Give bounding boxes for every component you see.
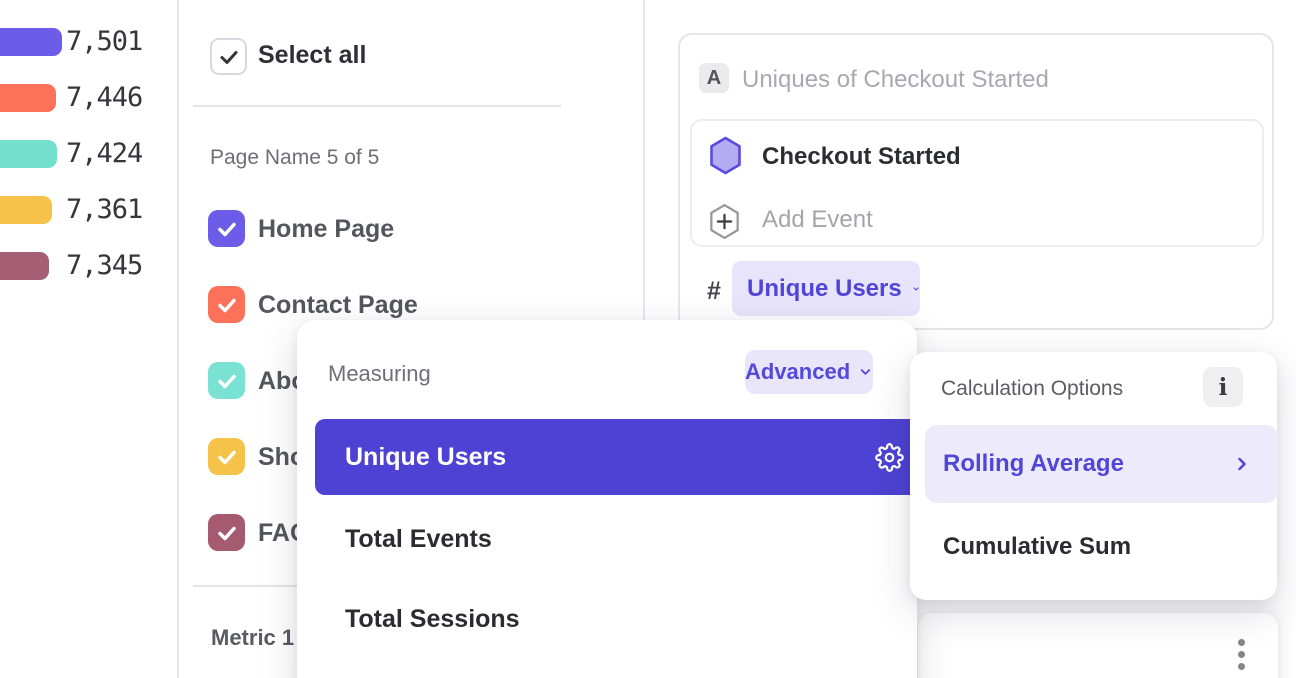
calc-option-rolling-average[interactable]: Rolling Average <box>925 425 1278 503</box>
select-all-checkbox[interactable] <box>210 38 247 75</box>
checkbox-home-page[interactable] <box>208 210 245 247</box>
check-icon <box>215 369 239 393</box>
chevron-down-icon <box>912 279 920 299</box>
legend-value: 7,501 <box>66 28 142 56</box>
chevron-down-icon <box>858 363 873 381</box>
event-builder-card: A Uniques of Checkout Started Checkout S… <box>678 33 1274 330</box>
analytics-app: 7,501 7,446 7,424 7,361 7,345 Select all… <box>0 0 1296 678</box>
event-name[interactable]: Checkout Started <box>762 143 961 171</box>
measuring-menu-title: Measuring <box>328 361 431 387</box>
advanced-label: Advanced <box>745 359 850 385</box>
checkbox-contact-page[interactable] <box>208 286 245 323</box>
more-options-icon[interactable] <box>1238 639 1245 670</box>
next-metric-card <box>918 613 1278 678</box>
menu-option-unique-users[interactable]: Unique Users <box>315 419 928 495</box>
event-block: Checkout Started Add Event <box>690 119 1264 247</box>
checkbox-label[interactable]: Contact Page <box>258 291 418 320</box>
event-hexagon-icon <box>709 136 742 175</box>
metric-type-symbol: # <box>707 277 721 306</box>
checkbox-shop-page[interactable] <box>208 438 245 475</box>
series-badge: A <box>699 63 729 93</box>
checkbox-faq-page[interactable] <box>208 514 245 551</box>
legend-swatch-bar <box>0 28 62 56</box>
calculation-options-title: Calculation Options <box>941 377 1123 401</box>
gear-icon[interactable] <box>875 443 904 472</box>
calc-option-label: Rolling Average <box>943 450 1124 478</box>
group-by-label: Page Name 5 of 5 <box>210 146 379 170</box>
legend-value: 7,424 <box>66 140 142 168</box>
add-event-label[interactable]: Add Event <box>762 206 873 234</box>
menu-option-label: Unique Users <box>345 443 506 472</box>
legend-value: 7,345 <box>66 252 142 280</box>
menu-option-total-sessions[interactable]: Total Sessions <box>345 605 520 634</box>
menu-option-total-events[interactable]: Total Events <box>345 525 492 554</box>
check-icon <box>217 45 241 69</box>
measurement-dropdown[interactable]: Unique Users <box>732 261 920 316</box>
calc-option-cumulative-sum[interactable]: Cumulative Sum <box>943 533 1131 561</box>
legend-value: 7,361 <box>66 196 142 224</box>
select-all-label[interactable]: Select all <box>258 41 366 70</box>
calculation-options-menu: Calculation Options i Rolling Average Cu… <box>910 352 1277 600</box>
checkbox-label[interactable]: Home Page <box>258 215 394 244</box>
check-icon <box>215 293 239 317</box>
measurement-value: Unique Users <box>747 275 902 303</box>
legend-swatch-bar <box>0 140 57 168</box>
legend-swatch-bar <box>0 252 49 280</box>
measuring-menu: Measuring Advanced Unique Users Total Ev… <box>297 320 917 678</box>
advanced-dropdown[interactable]: Advanced <box>745 350 873 394</box>
metric-title-input[interactable]: Uniques of Checkout Started <box>742 66 1049 94</box>
check-icon <box>215 217 239 241</box>
section-divider <box>193 105 561 107</box>
add-event-icon[interactable] <box>709 203 740 240</box>
chevron-right-icon <box>1232 454 1252 474</box>
info-icon[interactable]: i <box>1203 367 1243 407</box>
legend-swatch-bar <box>0 196 52 224</box>
legend-swatch-bar <box>0 84 56 112</box>
checkbox-about-page[interactable] <box>208 362 245 399</box>
legend-value: 7,446 <box>66 84 142 112</box>
check-icon <box>215 521 239 545</box>
metric-label: Metric 1 <box>211 625 294 651</box>
check-icon <box>215 445 239 469</box>
panel-divider-left <box>177 0 179 678</box>
